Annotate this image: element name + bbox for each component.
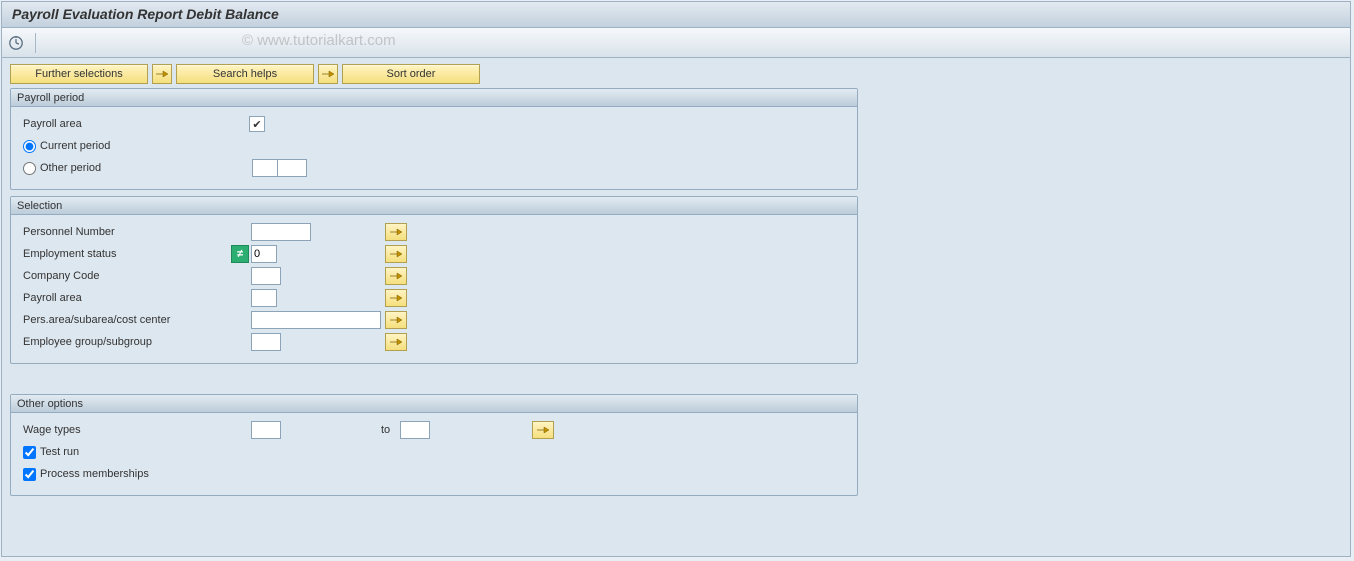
other-options-title: Other options	[11, 395, 857, 413]
further-selections-button[interactable]: Further selections	[10, 64, 148, 84]
payroll-area-label: Payroll area	[21, 118, 251, 130]
pers-area-input[interactable]	[251, 311, 381, 329]
personnel-number-multi-icon[interactable]	[385, 223, 407, 241]
execute-icon[interactable]	[8, 35, 24, 51]
wage-types-multi-icon[interactable]	[532, 421, 554, 439]
payroll-period-title: Payroll period	[11, 89, 857, 107]
other-options-group: Other options Wage types to Test run	[10, 394, 858, 496]
sort-order-arrow-icon[interactable]	[318, 64, 338, 84]
wage-types-from-input[interactable]	[251, 421, 281, 439]
payroll-area2-multi-icon[interactable]	[385, 289, 407, 307]
selection-title: Selection	[11, 197, 857, 215]
process-memberships-checkbox[interactable]	[23, 468, 36, 481]
company-code-label: Company Code	[21, 270, 251, 282]
wage-types-label: Wage types	[21, 424, 251, 436]
not-equal-icon[interactable]: ≠	[231, 245, 249, 263]
employee-group-multi-icon[interactable]	[385, 333, 407, 351]
company-code-multi-icon[interactable]	[385, 267, 407, 285]
app-toolbar: © www.tutorialkart.com	[2, 28, 1350, 58]
personnel-number-label: Personnel Number	[21, 226, 251, 238]
pers-area-label: Pers.area/subarea/cost center	[21, 314, 251, 326]
employee-group-input[interactable]	[251, 333, 281, 351]
other-period-input-2[interactable]	[277, 159, 307, 177]
other-period-radio[interactable]	[23, 162, 36, 175]
current-period-label: Current period	[40, 140, 110, 152]
employment-status-input[interactable]	[251, 245, 277, 263]
other-period-input-1[interactable]	[252, 159, 278, 177]
wage-types-to-input[interactable]	[400, 421, 430, 439]
pers-area-multi-icon[interactable]	[385, 311, 407, 329]
payroll-area2-label: Payroll area	[21, 292, 251, 304]
current-period-radio[interactable]	[23, 140, 36, 153]
test-run-checkbox[interactable]	[23, 446, 36, 459]
employee-group-label: Employee group/subgroup	[21, 336, 251, 348]
search-helps-button[interactable]: Search helps	[176, 64, 314, 84]
sort-order-button[interactable]: Sort order	[342, 64, 480, 84]
action-button-row: Further selections Search helps Sort ord…	[10, 64, 1342, 84]
payroll-area2-input[interactable]	[251, 289, 277, 307]
test-run-label: Test run	[40, 446, 79, 458]
other-period-label: Other period	[40, 162, 252, 174]
company-code-input[interactable]	[251, 267, 281, 285]
search-helps-arrow-icon[interactable]	[152, 64, 172, 84]
toolbar-separator	[35, 33, 36, 53]
wage-types-to-label: to	[381, 424, 390, 436]
watermark-text: © www.tutorialkart.com	[242, 32, 396, 49]
employment-status-label: Employment status	[21, 248, 231, 260]
page-title: Payroll Evaluation Report Debit Balance	[2, 2, 1350, 28]
payroll-area-checkbox[interactable]: ✔	[249, 116, 265, 132]
process-memberships-label: Process memberships	[40, 468, 149, 480]
selection-group: Selection Personnel Number Employment st…	[10, 196, 858, 364]
personnel-number-input[interactable]	[251, 223, 311, 241]
employment-status-multi-icon[interactable]	[385, 245, 407, 263]
payroll-period-group: Payroll period Payroll area ✔ Current pe…	[10, 88, 858, 190]
